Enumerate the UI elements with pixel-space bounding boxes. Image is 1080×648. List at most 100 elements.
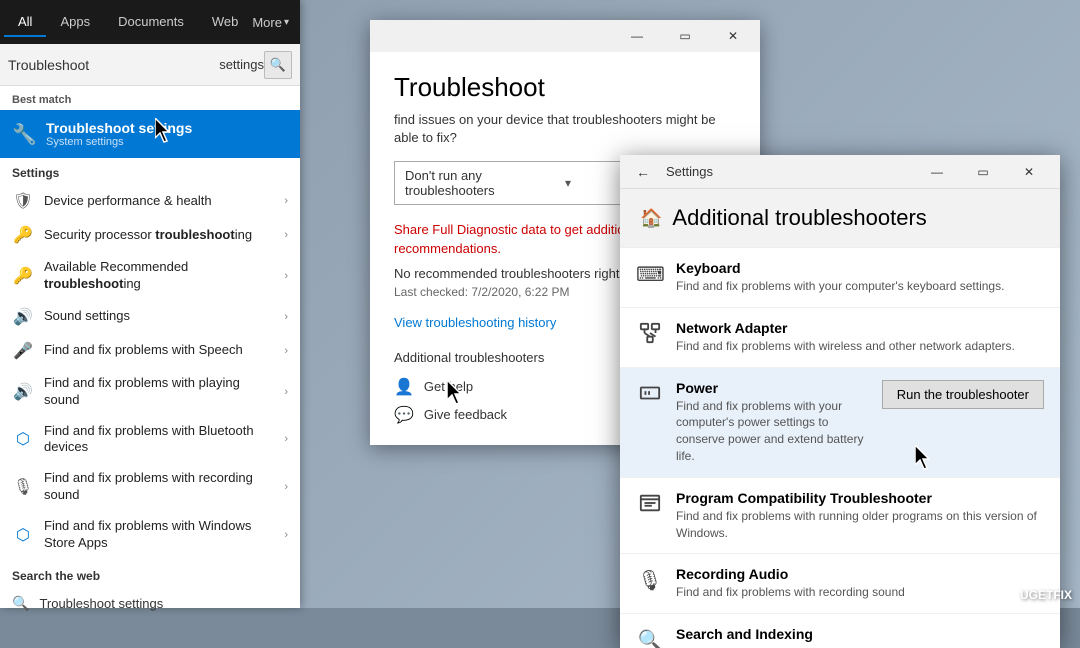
power-icon [636, 382, 664, 410]
troubleshooter-search-indexing[interactable]: 🔍 Search and Indexing [620, 614, 1060, 648]
shield-icon: 🛡 [12, 191, 34, 211]
maximize-button[interactable]: ▭ [662, 20, 708, 52]
mic-icon: 🎤 [12, 341, 34, 361]
item-title: Power [676, 380, 870, 396]
item-title: Recording Audio [676, 566, 1044, 582]
speaker-icon-2: 🔊 [12, 382, 34, 402]
home-icon: 🏠 [640, 208, 662, 229]
watermark: UGETFIX [1020, 588, 1072, 602]
window-controls: — ▭ ✕ [914, 155, 1052, 189]
troubleshooter-list: ⌨ Keyboard Find and fix problems with yo… [620, 248, 1060, 648]
web-search-item[interactable]: 🔍 Troubleshoot settings [0, 587, 300, 620]
run-troubleshooter-button[interactable]: Run the troubleshooter [882, 380, 1044, 409]
back-button[interactable]: ← [628, 157, 658, 187]
start-menu: All Apps Documents Web More ▾ settings 🔍… [0, 0, 300, 608]
item-desc: Find and fix problems with running older… [676, 508, 1044, 542]
troubleshooter-network[interactable]: Network Adapter Find and fix problems wi… [620, 308, 1060, 368]
chevron-right-icon: › [284, 345, 288, 357]
best-match-title: Troubleshoot settings [46, 120, 192, 136]
troubleshooter-program-compat[interactable]: Program Compatibility Troubleshooter Fin… [620, 478, 1060, 555]
tab-more[interactable]: More ▾ [252, 15, 289, 30]
wrench-icon: 🔧 [12, 122, 36, 147]
web-search-text: Troubleshoot settings [39, 596, 163, 611]
search-input[interactable] [8, 57, 219, 73]
speaker-icon: 🔊 [12, 307, 34, 327]
menu-item-playing-sound[interactable]: 🔊 Find and fix problems with playing sou… [0, 368, 300, 416]
search-button[interactable]: 🔍 [264, 51, 292, 79]
chevron-right-icon: › [284, 433, 288, 445]
menu-item-label: Find and fix problems with Windows Store… [44, 518, 274, 552]
additional-titlebar: ← Settings — ▭ ✕ [620, 155, 1060, 189]
menu-item-device-perf[interactable]: 🛡 Device performance & health › [0, 184, 300, 218]
search-type-label: settings [219, 57, 264, 72]
item-desc: Find and fix problems with your computer… [676, 398, 870, 465]
troubleshooter-power[interactable]: Power Find and fix problems with your co… [620, 368, 1060, 478]
window-title: Settings [662, 164, 910, 179]
menu-item-label: Find and fix problems with Bluetooth dev… [44, 423, 274, 457]
compat-icon [636, 492, 664, 520]
close-button[interactable]: ✕ [1006, 155, 1052, 189]
tab-web[interactable]: Web [198, 8, 253, 37]
key-icon-2: 🔑 [12, 266, 34, 286]
menu-item-label: Find and fix problems with Speech [44, 342, 274, 359]
menu-item-sound-settings[interactable]: 🔊 Sound settings › [0, 300, 300, 334]
item-desc: Find and fix problems with recording sou… [676, 584, 1044, 601]
menu-item-label: Device performance & health [44, 193, 274, 210]
get-help-label: Get help [424, 379, 473, 394]
chevron-right-icon: › [284, 195, 288, 207]
chevron-right-icon: › [284, 311, 288, 323]
item-desc: Find and fix problems with your computer… [676, 278, 1044, 295]
best-match-item[interactable]: 🔧 Troubleshoot settings System settings [0, 110, 300, 158]
additional-troubleshooters-window: ← Settings — ▭ ✕ 🏠 Additional troublesho… [620, 155, 1060, 648]
keyboard-icon: ⌨ [636, 262, 664, 287]
tab-apps[interactable]: Apps [46, 8, 104, 37]
trouble-desc: find issues on your device that troubles… [394, 111, 736, 147]
menu-item-security-processor[interactable]: 🔑 Security processor troubleshooting › [0, 218, 300, 252]
store-icon: ⬡ [12, 525, 34, 545]
chevron-right-icon: › [284, 529, 288, 541]
feedback-icon: 💬 [394, 405, 414, 425]
maximize-button[interactable]: ▭ [960, 155, 1006, 189]
item-title: Program Compatibility Troubleshooter [676, 490, 1044, 506]
recording-icon: 🎙 [636, 568, 664, 593]
key-icon: 🔑 [12, 225, 34, 245]
menu-item-label: Available Recommended troubleshooting [44, 259, 274, 293]
menu-item-label: Sound settings [44, 308, 274, 325]
search-icon: 🔍 [12, 595, 29, 612]
menu-item-store-apps[interactable]: ⬡ Find and fix problems with Windows Sto… [0, 511, 300, 559]
menu-item-available-recommended[interactable]: 🔑 Available Recommended troubleshooting … [0, 252, 300, 300]
trouble-title: Troubleshoot [394, 72, 736, 103]
menu-item-label: Find and fix problems with recording sou… [44, 470, 274, 504]
troubleshooter-recording-audio[interactable]: 🎙 Recording Audio Find and fix problems … [620, 554, 1060, 614]
give-feedback-label: Give feedback [424, 407, 507, 422]
page-title: Additional troubleshooters [672, 205, 926, 231]
settings-label: Settings [0, 158, 300, 184]
search-indexing-icon: 🔍 [636, 628, 664, 648]
page-title-area: 🏠 Additional troubleshooters [620, 189, 1060, 248]
web-section-label: Search the web [0, 559, 300, 587]
best-match-label: Best match [0, 86, 300, 110]
menu-item-recording-sound[interactable]: 🎙 Find and fix problems with recording s… [0, 463, 300, 511]
search-bar: settings 🔍 [0, 44, 300, 86]
menu-item-label: Find and fix problems with playing sound [44, 375, 274, 409]
tab-all[interactable]: All [4, 8, 46, 37]
item-title: Network Adapter [676, 320, 1044, 336]
help-icon: 👤 [394, 377, 414, 397]
minimize-button[interactable]: — [914, 155, 960, 189]
bluetooth-icon: ⬡ [12, 429, 34, 449]
tab-documents[interactable]: Documents [104, 8, 198, 37]
menu-item-bluetooth[interactable]: ⬡ Find and fix problems with Bluetooth d… [0, 416, 300, 464]
mic-icon-2: 🎙 [12, 477, 34, 497]
troubleshooter-keyboard[interactable]: ⌨ Keyboard Find and fix problems with yo… [620, 248, 1060, 308]
troubleshoot-titlebar: — ▭ ✕ [370, 20, 760, 52]
minimize-button[interactable]: — [614, 20, 660, 52]
dropdown-value: Don't run any troubleshooters [405, 168, 565, 198]
tabs-bar: All Apps Documents Web More ▾ [0, 0, 300, 44]
best-match-subtitle: System settings [46, 136, 192, 148]
chevron-right-icon: › [284, 481, 288, 493]
menu-item-speech[interactable]: 🎤 Find and fix problems with Speech › [0, 334, 300, 368]
item-title: Keyboard [676, 260, 1044, 276]
close-button[interactable]: ✕ [710, 20, 756, 52]
chevron-right-icon: › [284, 270, 288, 282]
chevron-down-icon: ▾ [284, 17, 289, 28]
